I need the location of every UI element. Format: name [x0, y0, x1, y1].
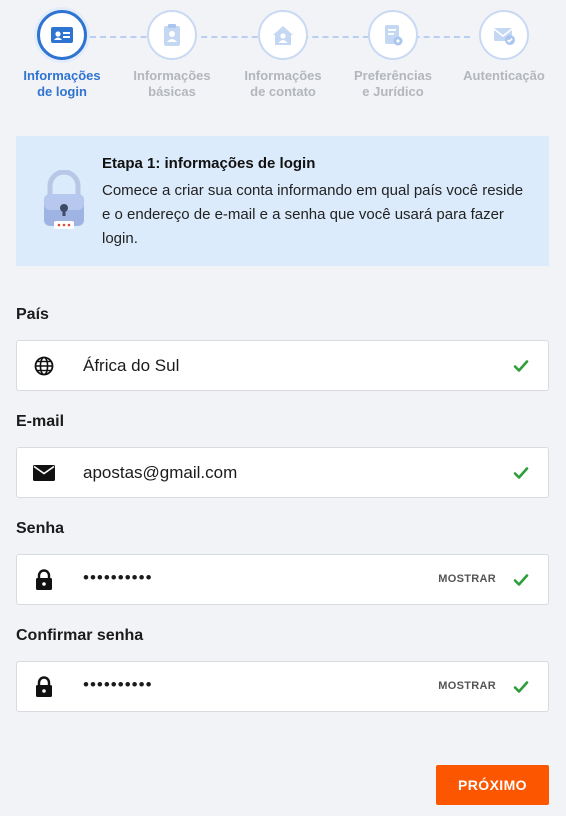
step-label: Informações de login [12, 68, 112, 100]
step-label-line1: Informações [23, 68, 101, 83]
step-label-line2: básicas [148, 84, 196, 99]
step-label-line2: de contato [250, 84, 316, 99]
confirm-password-value: •••••••••• [83, 675, 153, 694]
step-label-line2: e Jurídico [362, 84, 424, 99]
show-confirm-password-button[interactable]: MOSTRAR [438, 680, 496, 692]
step-label-line1: Preferências [353, 68, 433, 83]
email-check-icon [493, 28, 515, 45]
confirm-password-label: Confirmar senha [16, 627, 144, 644]
valid-check-icon [512, 678, 530, 701]
step-authentication[interactable]: Autenticação [454, 10, 554, 84]
confirm-password-field[interactable]: •••••••••• MOSTRAR [16, 661, 549, 712]
valid-check-icon [512, 571, 530, 594]
step-circle [147, 10, 197, 60]
document-settings-icon [385, 25, 403, 46]
padlock-illustration [44, 170, 84, 229]
step-label: Informações básicas [122, 68, 222, 100]
clipboard-user-icon [164, 24, 180, 46]
country-label: País [16, 306, 49, 323]
house-user-icon [273, 26, 293, 45]
email-value: apostas@gmail.com [83, 463, 238, 482]
step-basic-info[interactable]: Informações básicas [122, 10, 222, 100]
step-preferences-legal[interactable]: Preferências e Jurídico [343, 10, 443, 100]
step-label: Informações de contato [233, 68, 333, 100]
next-button[interactable]: PRÓXIMO [436, 765, 549, 805]
envelope-icon [33, 462, 55, 484]
email-label: E-mail [16, 413, 65, 430]
country-select[interactable]: África do Sul [16, 340, 549, 391]
step-label: Preferências e Jurídico [343, 68, 443, 100]
lock-icon [33, 676, 55, 698]
step-login-info[interactable]: Informações de login [12, 10, 112, 100]
step-circle [37, 10, 87, 60]
email-field[interactable]: apostas@gmail.com [16, 447, 549, 498]
step-info-title: Etapa 1: informações de login [102, 155, 316, 172]
lock-icon [33, 569, 55, 591]
step-info-box: Etapa 1: informações de login Comece a c… [16, 136, 549, 266]
country-value: África do Sul [83, 356, 180, 375]
show-password-button[interactable]: MOSTRAR [438, 573, 496, 585]
step-label-line1: Informações [133, 68, 211, 83]
step-label-line2: de login [37, 84, 87, 99]
step-circle [479, 10, 529, 60]
progress-stepper: Informações de login Informações básicas [0, 0, 566, 110]
password-label: Senha [16, 520, 65, 537]
step-circle [258, 10, 308, 60]
step-info-text: Comece a criar sua conta informando em q… [102, 182, 524, 247]
valid-check-icon [512, 464, 530, 487]
step-label-line1: Autenticação [463, 68, 545, 83]
step-label-line1: Informações [244, 68, 322, 83]
step-label: Autenticação [454, 68, 554, 84]
id-card-icon [51, 27, 73, 43]
password-value: •••••••••• [83, 568, 153, 587]
valid-check-icon [512, 357, 530, 380]
step-contact-info[interactable]: Informações de contato [233, 10, 333, 100]
step-circle [368, 10, 418, 60]
globe-icon [33, 355, 55, 377]
password-field[interactable]: •••••••••• MOSTRAR [16, 554, 549, 605]
